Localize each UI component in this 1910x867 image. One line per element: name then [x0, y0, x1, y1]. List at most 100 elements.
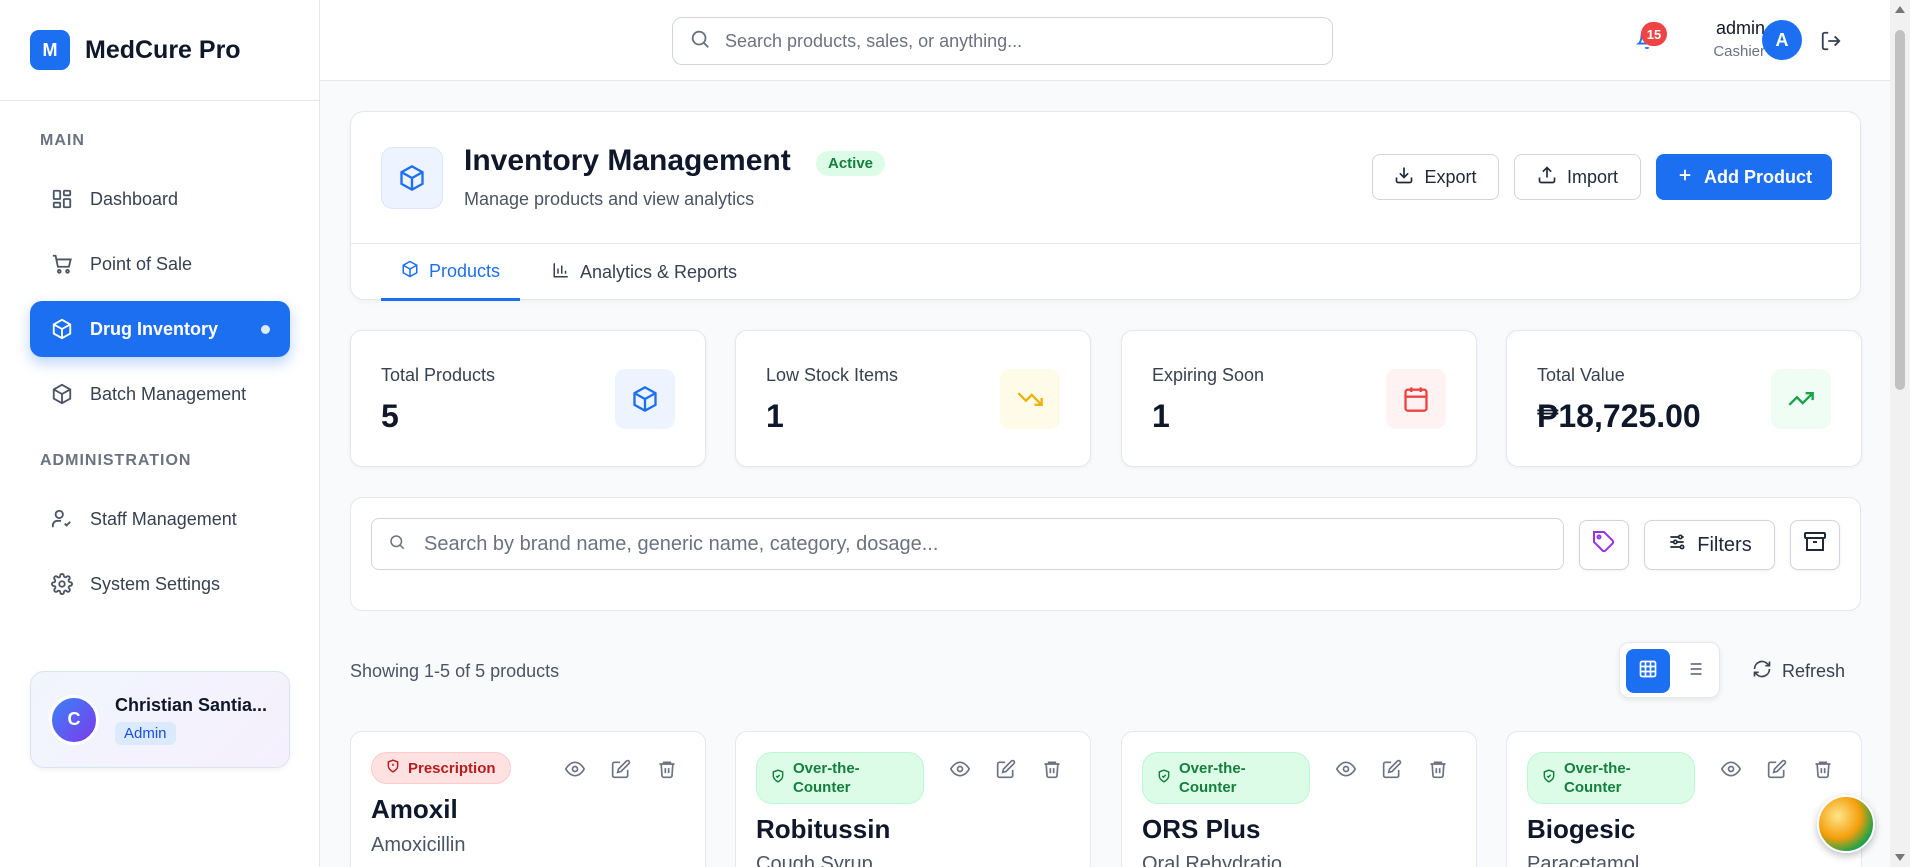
global-search-input[interactable]: Search products, sales, or anything... [672, 17, 1333, 65]
product-search-input[interactable]: Search by brand name, generic name, cate… [371, 518, 1564, 570]
scroll-up-arrow-icon[interactable] [1895, 6, 1905, 13]
badge-label: Over-the-Counter [1564, 760, 1631, 796]
stat-card-expiring-soon: Expiring Soon 1 [1121, 330, 1477, 467]
sidebar-item-point-of-sale[interactable]: Point of Sale [30, 236, 290, 292]
section-label-main: MAIN [40, 132, 85, 149]
stat-label: Low Stock Items [766, 365, 899, 385]
otc-badge: Over-the-Counter [1142, 752, 1310, 804]
refresh-label: Refresh [1782, 661, 1846, 681]
scrollbar[interactable] [1890, 0, 1910, 867]
topbar-user-name: admin [1715, 18, 1765, 38]
product-card-robitussin[interactable]: Over-the-Counter Robitussin Cough Syrup [735, 731, 1091, 867]
tab-products[interactable]: Products [381, 244, 521, 301]
shield-alert-icon [386, 759, 400, 777]
grid-view-button[interactable] [1626, 649, 1670, 693]
edit-icon[interactable] [1767, 759, 1787, 784]
filters-button[interactable]: Filters [1644, 520, 1775, 570]
dashboard-icon [50, 187, 74, 211]
badge-label: Prescription [408, 759, 496, 777]
box-icon [50, 382, 74, 406]
sidebar: M MedCure Pro MAIN Dashboard Point of Sa… [0, 0, 320, 867]
scroll-down-arrow-icon[interactable] [1895, 854, 1905, 861]
product-filter-panel: Search by brand name, generic name, cate… [350, 497, 1861, 611]
add-product-button[interactable]: Add Product [1656, 154, 1832, 200]
search-icon [689, 28, 711, 55]
refresh-icon [1752, 659, 1772, 684]
calendar-icon [1386, 369, 1446, 429]
add-product-label: Add Product [1704, 166, 1812, 187]
brand[interactable]: M MedCure Pro [0, 0, 319, 101]
brand-logo: M [30, 30, 70, 70]
upload-icon [1537, 165, 1557, 190]
prescription-badge: Prescription [371, 752, 511, 784]
trash-icon[interactable] [1428, 759, 1448, 784]
badge-label: Over-the-Counter [1179, 760, 1246, 796]
archive-button[interactable] [1790, 520, 1840, 570]
eye-icon[interactable] [1335, 759, 1357, 784]
brand-name: MedCure Pro [85, 35, 241, 64]
trash-icon[interactable] [657, 759, 677, 784]
sidebar-item-drug-inventory[interactable]: Drug Inventory [30, 301, 290, 357]
product-name: ORS Plus [1142, 814, 1261, 844]
page-subtitle: Manage products and view analytics [464, 189, 755, 209]
topbar: Search products, sales, or anything... 1… [320, 0, 1890, 81]
product-actions [1335, 759, 1448, 784]
product-card-biogesic[interactable]: Over-the-Counter Biogesic Paracetamol [1506, 731, 1862, 867]
shield-check-icon [771, 768, 785, 788]
shield-check-icon [1542, 768, 1556, 788]
product-name: Biogesic [1527, 814, 1636, 844]
tab-analytics-reports[interactable]: Analytics & Reports [532, 244, 757, 301]
sidebar-item-label: Drug Inventory [90, 318, 219, 339]
product-actions [564, 759, 677, 784]
sidebar-item-dashboard[interactable]: Dashboard [30, 171, 290, 227]
product-generic-name: Amoxicillin [371, 834, 466, 856]
sidebar-item-system-settings[interactable]: System Settings [30, 556, 290, 612]
product-actions [1720, 759, 1833, 784]
product-card-ors-plus[interactable]: Over-the-Counter ORS Plus Oral Rehydrati… [1121, 731, 1477, 867]
eye-icon[interactable] [1720, 759, 1742, 784]
sidebar-item-batch-management[interactable]: Batch Management [30, 366, 290, 422]
box-icon [615, 369, 675, 429]
refresh-button[interactable]: Refresh [1752, 659, 1845, 684]
search-placeholder: Search by brand name, generic name, cate… [424, 532, 939, 555]
sidebar-item-staff-management[interactable]: Staff Management [30, 491, 290, 547]
import-button[interactable]: Import [1514, 154, 1641, 200]
stat-value: 1 [1152, 398, 1170, 434]
sidebar-user-card[interactable]: C Christian Santia... Admin [30, 671, 290, 768]
stat-value: 1 [766, 398, 784, 434]
cart-icon [50, 252, 74, 276]
edit-icon[interactable] [1382, 759, 1402, 784]
box-icon [50, 317, 74, 341]
section-label-administration: ADMINISTRATION [40, 452, 192, 469]
tag-filter-button[interactable] [1579, 520, 1629, 570]
export-button[interactable]: Export [1372, 154, 1499, 200]
trash-icon[interactable] [1042, 759, 1062, 784]
topbar-user-role: Cashier [1713, 43, 1765, 60]
user-name: Christian Santia... [115, 694, 268, 715]
gear-icon [50, 572, 74, 596]
sidebar-item-label: Dashboard [90, 188, 179, 209]
list-view-button[interactable] [1672, 649, 1716, 693]
edit-icon[interactable] [611, 759, 631, 784]
plus-icon [1676, 166, 1694, 189]
logout-icon[interactable] [1820, 30, 1842, 57]
topbar-user[interactable]: admin Cashier [1685, 18, 1765, 60]
product-generic-name: Paracetamol [1527, 853, 1640, 867]
product-card-amoxil[interactable]: Prescription Amoxil Amoxicillin [350, 731, 706, 867]
box-icon [381, 147, 443, 209]
trash-icon[interactable] [1813, 759, 1833, 784]
tab-label: Analytics & Reports [580, 262, 738, 282]
product-generic-name: Oral Rehydratio [1142, 853, 1283, 867]
floating-assistant-button[interactable] [1817, 795, 1875, 853]
grid-icon [1638, 659, 1658, 684]
scroll-thumb[interactable] [1895, 30, 1905, 390]
eye-icon[interactable] [949, 759, 971, 784]
filters-label: Filters [1697, 533, 1752, 556]
edit-icon[interactable] [996, 759, 1016, 784]
avatar[interactable]: A [1762, 20, 1802, 60]
trending-down-icon [1000, 369, 1060, 429]
eye-icon[interactable] [564, 759, 586, 784]
export-label: Export [1424, 166, 1477, 187]
page-title: Inventory Management [464, 144, 791, 177]
stat-card-low-stock: Low Stock Items 1 [735, 330, 1091, 467]
